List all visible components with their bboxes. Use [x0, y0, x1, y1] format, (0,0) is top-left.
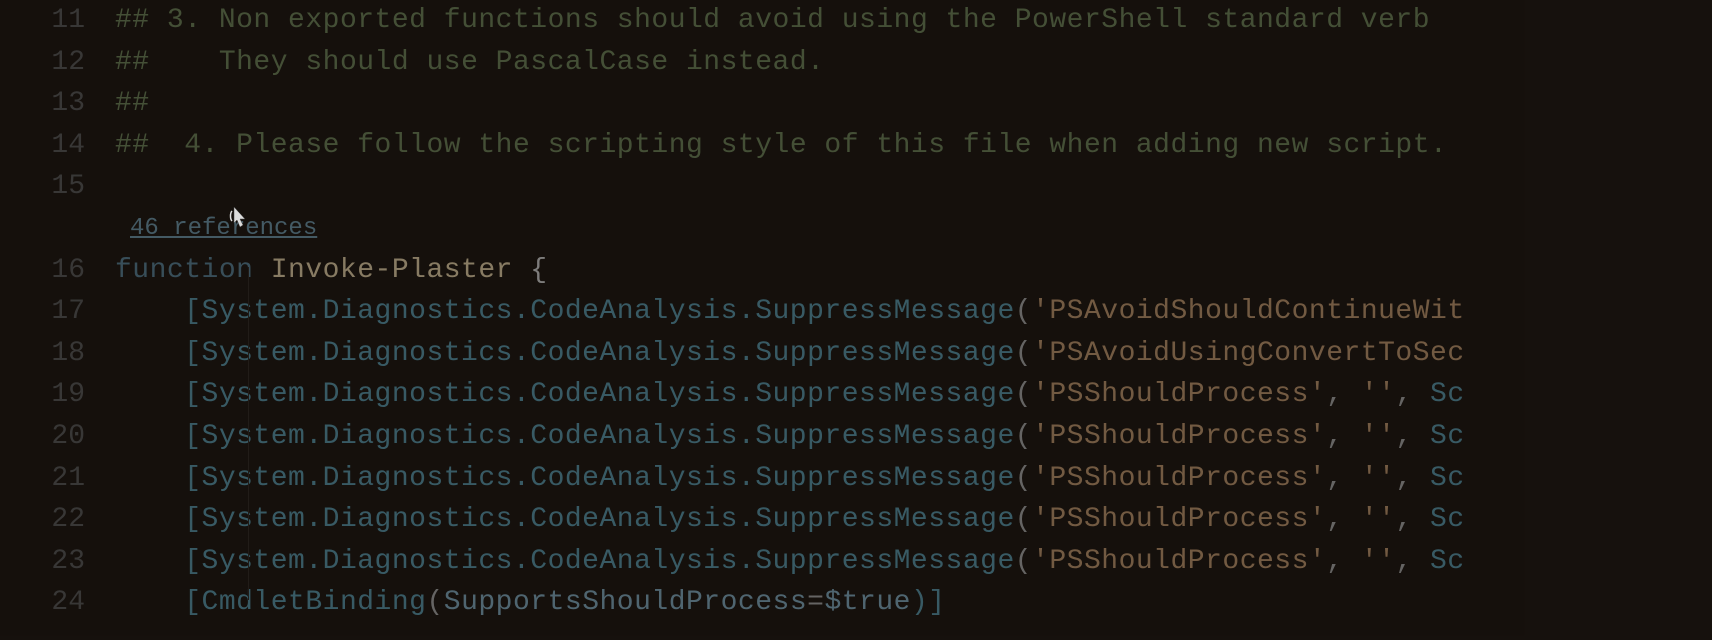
code-line[interactable]: [System.Diagnostics.CodeAnalysis.Suppres…	[115, 291, 1712, 333]
punct: (	[1015, 504, 1032, 535]
punct: (	[1015, 421, 1032, 452]
brace: {	[530, 255, 547, 286]
string-token: ''	[1361, 504, 1396, 535]
comment-text: ##	[115, 88, 150, 119]
code-line[interactable]: ## 3. Non exported functions should avoi…	[115, 0, 1712, 42]
bracket: [	[115, 546, 202, 577]
code-line[interactable]: ## 4. Please follow the scripting style …	[115, 125, 1712, 167]
code-line[interactable]	[115, 166, 1712, 208]
bracket: [	[115, 296, 202, 327]
variable-token: $true	[824, 587, 911, 618]
line-number: 23	[0, 541, 85, 583]
line-number-spacer	[0, 208, 85, 250]
comment-text: ## They should use PascalCase instead.	[115, 47, 824, 78]
punct: ,	[1326, 379, 1361, 410]
code-line[interactable]: [System.Diagnostics.CodeAnalysis.Suppres…	[115, 333, 1712, 375]
function-name: Invoke-Plaster	[253, 255, 530, 286]
code-editor[interactable]: 11 12 13 14 15 16 17 18 19 20 21 22 23 2…	[0, 0, 1712, 640]
code-line[interactable]: ## They should use PascalCase instead.	[115, 42, 1712, 84]
bracket: [	[115, 587, 202, 618]
string-token: 'PSAvoidUsingConvertToSec	[1032, 338, 1465, 369]
string-token: 'PSShouldProcess'	[1032, 379, 1326, 410]
string-token: 'PSShouldProcess'	[1032, 421, 1326, 452]
string-token: 'PSShouldProcess'	[1032, 546, 1326, 577]
line-number-gutter: 11 12 13 14 15 16 17 18 19 20 21 22 23 2…	[0, 0, 115, 640]
type-token: CmdletBinding	[202, 587, 427, 618]
type-token: Sc	[1430, 463, 1465, 494]
code-line[interactable]: [System.Diagnostics.CodeAnalysis.Suppres…	[115, 541, 1712, 583]
type-token: System.Diagnostics.CodeAnalysis.Suppress…	[202, 463, 1015, 494]
bracket: )]	[911, 587, 946, 618]
punct: ,	[1326, 546, 1361, 577]
bracket: [	[115, 338, 202, 369]
type-token: Sc	[1430, 504, 1465, 535]
line-number: 18	[0, 333, 85, 375]
code-line[interactable]: [System.Diagnostics.CodeAnalysis.Suppres…	[115, 416, 1712, 458]
line-number: 19	[0, 374, 85, 416]
bracket: [	[115, 379, 202, 410]
comment-text: ## 3. Non exported functions should avoi…	[115, 5, 1430, 36]
line-number: 11	[0, 0, 85, 42]
punct: (	[1015, 379, 1032, 410]
punct: ,	[1395, 379, 1430, 410]
code-line[interactable]: ##	[115, 83, 1712, 125]
string-token: ''	[1361, 546, 1396, 577]
punct: ,	[1395, 504, 1430, 535]
bracket: [	[115, 421, 202, 452]
code-line[interactable]: [System.Diagnostics.CodeAnalysis.Suppres…	[115, 458, 1712, 500]
punct: (	[1015, 296, 1032, 327]
type-token: Sc	[1430, 421, 1465, 452]
punct: (	[1015, 463, 1032, 494]
punct: (	[426, 587, 443, 618]
type-token: System.Diagnostics.CodeAnalysis.Suppress…	[202, 296, 1015, 327]
string-token: ''	[1361, 463, 1396, 494]
code-line[interactable]: [System.Diagnostics.CodeAnalysis.Suppres…	[115, 374, 1712, 416]
punct: =	[807, 587, 824, 618]
type-token: System.Diagnostics.CodeAnalysis.Suppress…	[202, 338, 1015, 369]
line-number: 12	[0, 42, 85, 84]
code-line[interactable]: function Invoke-Plaster {	[115, 250, 1712, 292]
punct: ,	[1326, 504, 1361, 535]
comment-text: ## 4. Please follow the scripting style …	[115, 130, 1447, 161]
type-token: Sc	[1430, 379, 1465, 410]
editor-content[interactable]: ## 3. Non exported functions should avoi…	[115, 0, 1712, 640]
bracket: [	[115, 463, 202, 494]
line-number: 17	[0, 291, 85, 333]
type-token: Sc	[1430, 546, 1465, 577]
punct: ,	[1395, 421, 1430, 452]
punct: ,	[1395, 546, 1430, 577]
line-number: 16	[0, 250, 85, 292]
punct: ,	[1326, 463, 1361, 494]
punct: (	[1015, 338, 1032, 369]
type-token: System.Diagnostics.CodeAnalysis.Suppress…	[202, 504, 1015, 535]
line-number: 24	[0, 582, 85, 624]
string-token: ''	[1361, 379, 1396, 410]
punct: (	[1015, 546, 1032, 577]
references-link[interactable]: 46 references	[130, 215, 317, 242]
line-number: 20	[0, 416, 85, 458]
type-token: System.Diagnostics.CodeAnalysis.Suppress…	[202, 379, 1015, 410]
string-token: 'PSAvoidShouldContinueWit	[1032, 296, 1465, 327]
code-line[interactable]: [System.Diagnostics.CodeAnalysis.Suppres…	[115, 499, 1712, 541]
type-token: System.Diagnostics.CodeAnalysis.Suppress…	[202, 546, 1015, 577]
string-token: 'PSShouldProcess'	[1032, 504, 1326, 535]
code-line[interactable]: [CmdletBinding(SupportsShouldProcess=$tr…	[115, 582, 1712, 624]
codelens-row: 46 references	[115, 208, 1712, 250]
line-number: 13	[0, 83, 85, 125]
string-token: ''	[1361, 421, 1396, 452]
line-number: 21	[0, 458, 85, 500]
indent-guide	[248, 267, 249, 600]
type-token: System.Diagnostics.CodeAnalysis.Suppress…	[202, 421, 1015, 452]
keyword: function	[115, 255, 253, 286]
punct: ,	[1326, 421, 1361, 452]
line-number: 14	[0, 125, 85, 167]
line-number: 15	[0, 166, 85, 208]
string-token: 'PSShouldProcess'	[1032, 463, 1326, 494]
bracket: [	[115, 504, 202, 535]
param-token: SupportsShouldProcess	[444, 587, 807, 618]
punct: ,	[1395, 463, 1430, 494]
line-number: 22	[0, 499, 85, 541]
